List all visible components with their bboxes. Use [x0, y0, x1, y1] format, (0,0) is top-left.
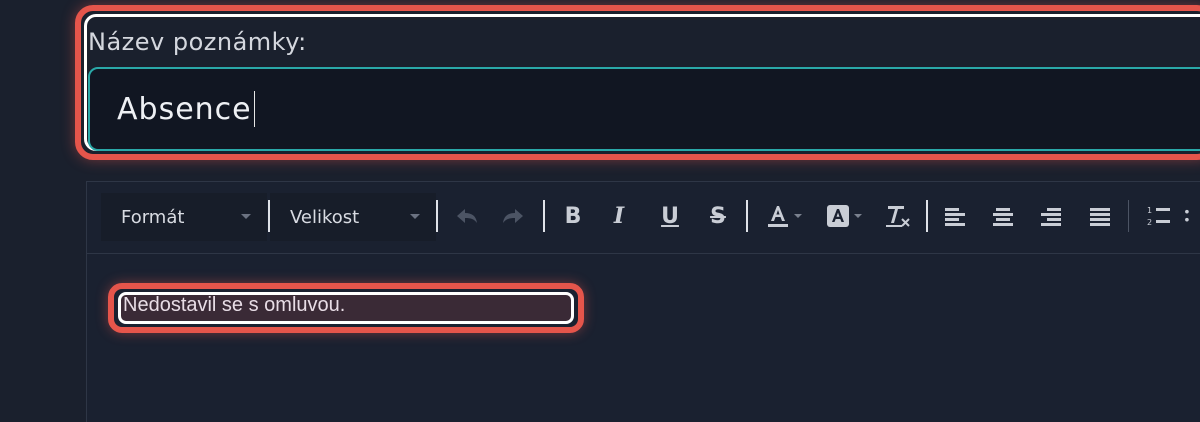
note-title-value: Absence — [117, 91, 252, 127]
background-color-button[interactable] — [820, 200, 866, 232]
text-color-icon — [767, 206, 788, 227]
redo-button[interactable] — [498, 200, 528, 232]
format-select[interactable]: Formát — [101, 193, 267, 241]
unordered-list-icon — [1185, 209, 1189, 222]
align-justify-icon — [1090, 208, 1110, 226]
strikethrough-icon: S — [710, 203, 726, 229]
underline-icon: U — [661, 203, 679, 229]
undo-icon — [457, 209, 477, 223]
note-title-label: Název poznámky: — [88, 28, 307, 56]
ordered-list-icon: 1 2 — [1147, 206, 1170, 227]
clear-formatting-button[interactable] — [882, 200, 912, 232]
svg-text:1: 1 — [1147, 206, 1152, 215]
toolbar-separator — [436, 200, 438, 232]
background-color-icon — [826, 205, 849, 227]
align-left-icon — [945, 208, 965, 226]
align-justify-button[interactable] — [1085, 200, 1115, 232]
align-center-icon — [993, 208, 1013, 226]
chevron-down-icon — [410, 214, 420, 219]
italic-icon: I — [613, 203, 625, 229]
note-title-input[interactable]: Absence — [88, 67, 1200, 151]
toolbar-separator — [926, 200, 928, 232]
bold-icon: B — [564, 203, 582, 229]
size-select[interactable]: Velikost — [270, 193, 436, 241]
strikethrough-button[interactable]: S — [703, 200, 733, 232]
italic-button[interactable]: I — [604, 200, 634, 232]
unordered-list-button[interactable] — [1184, 200, 1200, 232]
editor-content-text: Nedostavil se s omluvou. — [123, 294, 346, 316]
toolbar-separator — [746, 200, 748, 232]
toolbar-separator — [543, 200, 545, 232]
format-select-label: Formát — [121, 206, 185, 228]
clear-formatting-icon — [886, 206, 910, 227]
bold-button[interactable]: B — [558, 200, 588, 232]
chevron-down-icon — [793, 214, 802, 218]
text-color-button[interactable] — [760, 200, 806, 232]
redo-icon — [503, 209, 523, 223]
undo-button[interactable] — [452, 200, 482, 232]
align-right-button[interactable] — [1036, 200, 1066, 232]
svg-text:2: 2 — [1147, 218, 1152, 227]
chevron-down-icon — [853, 214, 862, 218]
toolbar-separator — [1128, 200, 1129, 232]
size-select-label: Velikost — [290, 206, 360, 228]
text-caret — [253, 91, 255, 127]
underline-button[interactable]: U — [655, 200, 685, 232]
align-right-icon — [1041, 208, 1061, 226]
ordered-list-button[interactable]: 1 2 — [1144, 200, 1174, 232]
align-center-button[interactable] — [988, 200, 1018, 232]
align-left-button[interactable] — [940, 200, 970, 232]
chevron-down-icon — [241, 214, 251, 219]
